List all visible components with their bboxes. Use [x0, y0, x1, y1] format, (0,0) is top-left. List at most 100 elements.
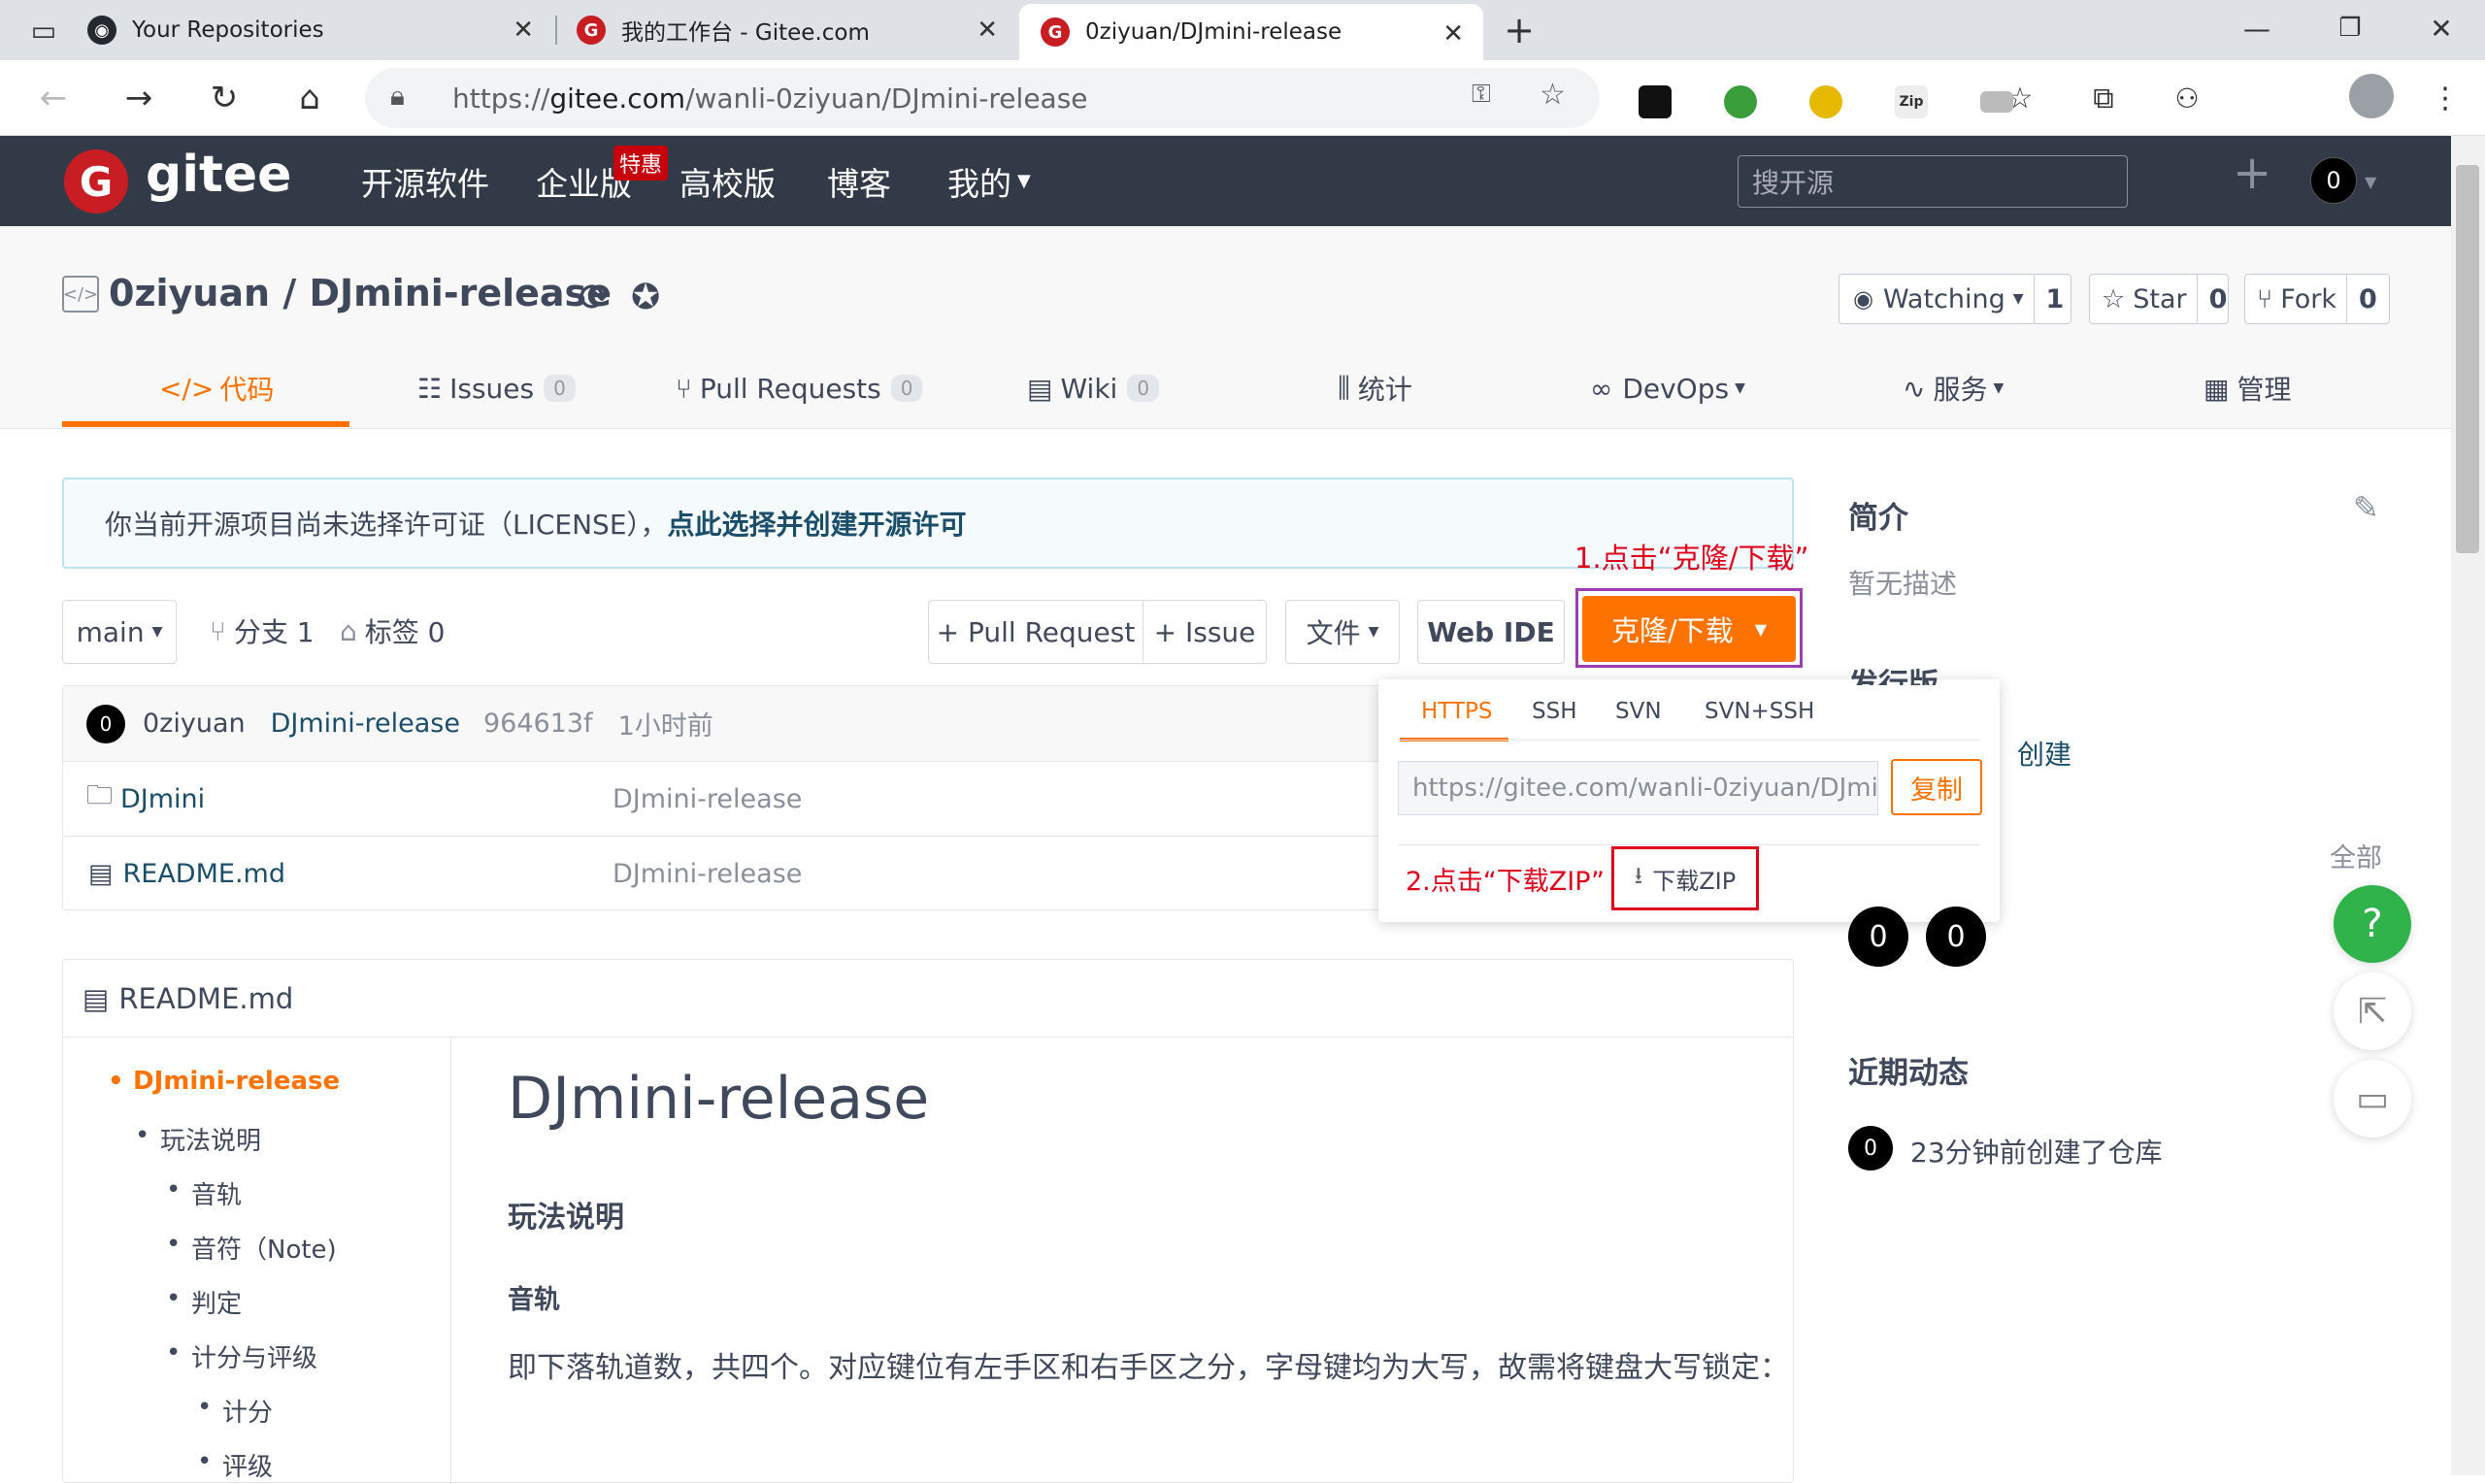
tag-icon: ⌂ [340, 614, 357, 647]
user-avatar[interactable]: 0 [2310, 157, 2357, 204]
extension-icon-2[interactable] [1724, 85, 1757, 118]
tab-code[interactable]: </> 代码 [159, 359, 274, 417]
fork-count[interactable]: 0 [2346, 275, 2389, 323]
profile-avatar[interactable] [2349, 74, 2394, 118]
gitee-logo-text[interactable]: gitee [146, 146, 291, 204]
minimize-button[interactable]: — [2233, 4, 2281, 52]
readme-toc: DJmini-release 玩法说明 音轨 音符（Note) 判定 计分与评级… [63, 1038, 451, 1484]
watch-button[interactable]: ◉ Watching ▼ 1 [1839, 274, 2071, 324]
toc-item[interactable]: 音符（Note) [166, 1230, 337, 1266]
branch-label: main [76, 615, 145, 648]
copy-button[interactable]: 复制 [1891, 759, 1982, 815]
tab-stats[interactable]: ⫼ 统计 [1338, 359, 1412, 417]
create-release-link[interactable]: 创建 [2017, 734, 2071, 773]
caret-down-icon[interactable]: ▼ [2365, 173, 2376, 191]
protocol-tab-https[interactable]: HTTPS [1421, 699, 1492, 724]
feedback-button[interactable]: ▭ [2334, 1060, 2411, 1138]
download-zip-button[interactable]: ⭳ 下载ZIP [1611, 846, 1759, 910]
toc-item[interactable]: DJmini-release [108, 1067, 340, 1096]
new-pull-request-button[interactable]: + Pull Request [928, 600, 1143, 664]
file-name[interactable]: DJmini [120, 784, 205, 814]
help-button[interactable]: ? [2334, 885, 2411, 963]
tab-actions-icon[interactable]: ▭ [19, 6, 68, 54]
toc-item[interactable]: 计分与评级 [166, 1338, 317, 1374]
clone-url-field[interactable]: https://gitee.com/wanli-0ziyuan/DJmini-r… [1398, 761, 1878, 815]
repo-title[interactable]: 0ziyuan / DJmini-release [109, 272, 612, 314]
web-ide-button[interactable]: Web IDE [1417, 600, 1565, 664]
forward-button[interactable]: → [115, 74, 163, 122]
extension-icon-1[interactable] [1639, 85, 1672, 118]
extensions-icon[interactable]: ⚇ [2163, 74, 2211, 122]
toc-item[interactable]: 判定 [166, 1284, 242, 1320]
window-close-button[interactable]: ✕ [2417, 4, 2466, 52]
reload-button[interactable]: ↻ [200, 74, 248, 122]
add-favorite-icon[interactable]: ☆ [1540, 78, 1566, 112]
restore-button[interactable]: ❐ [2326, 4, 2374, 52]
home-button[interactable]: ⌂ [285, 74, 334, 122]
url-bar[interactable]: 🔒︎ https://gitee.com/wanli-0ziyuan/DJmin… [365, 68, 1600, 128]
tab-github[interactable]: ◉ Your Repositories ✕ [87, 0, 553, 60]
all-contributors-link[interactable]: 全部 [2330, 837, 2382, 874]
close-icon[interactable]: ✕ [513, 16, 534, 45]
commit-author[interactable]: 0ziyuan [143, 709, 246, 739]
fork-button[interactable]: ⑂ Fork 0 [2244, 274, 2390, 324]
toc-item[interactable]: 玩法说明 [135, 1121, 261, 1157]
extension-icon-5[interactable] [1980, 91, 2013, 113]
watch-count[interactable]: 1 [2033, 275, 2076, 323]
extension-icon-3[interactable] [1809, 85, 1842, 118]
step2-annotation: 2.点击“下载ZIP” [1406, 867, 1605, 897]
settings-menu-icon[interactable]: ⋮ [2421, 74, 2469, 122]
file-commit[interactable]: DJmini-release [613, 859, 802, 889]
new-issue-button[interactable]: + Issue [1143, 600, 1267, 664]
toc-item[interactable]: 评级 [197, 1447, 273, 1483]
close-icon[interactable]: ✕ [1442, 19, 1464, 49]
protocol-tab-ssh[interactable]: SSH [1532, 699, 1577, 724]
nav-mine[interactable]: 我的 ▼ [947, 136, 1031, 226]
protocol-tab-svn[interactable]: SVN [1615, 699, 1662, 724]
plus-icon[interactable]: + [2233, 146, 2271, 200]
key-icon[interactable]: ⚿ [1472, 80, 1491, 110]
clone-download-button[interactable]: 克隆/下载 ▼ [1582, 596, 1796, 662]
gitee-logo-icon[interactable]: G [64, 149, 128, 214]
star-button[interactable]: ☆ Star 0 [2089, 274, 2229, 324]
badge-icon[interactable]: ✪ [631, 278, 660, 317]
commit-message[interactable]: DJmini-release [271, 709, 460, 739]
file-menu-button[interactable]: 文件 ▼ [1285, 600, 1400, 664]
collections-icon[interactable]: ⧉ [2079, 74, 2128, 122]
contributor-avatar[interactable]: 0 [1848, 907, 1908, 967]
commit-hash[interactable]: 964613f [483, 709, 593, 739]
tab-services[interactable]: ∿ 服务 ▼ [1903, 359, 2004, 417]
search-input[interactable]: 搜开源 [1738, 155, 2128, 208]
tab-issues[interactable]: ☷ Issues 0 [417, 359, 576, 417]
branch-select[interactable]: main ▼ [62, 600, 177, 664]
create-license-link[interactable]: 点此选择并创建开源许可 [668, 504, 967, 543]
tab-repo-active[interactable]: G 0ziyuan/DJmini-release ✕ [1019, 4, 1483, 60]
tags-link[interactable]: ⌂ 标签 0 [340, 611, 446, 650]
tab-manage[interactable]: ▦ 管理 [2203, 359, 2291, 417]
protocol-tab-svn-ssh[interactable]: SVN+SSH [1705, 699, 1814, 724]
tab-devops[interactable]: ∞ DevOps ▼ [1590, 359, 1745, 417]
scrollbar-thumb[interactable] [2456, 165, 2479, 553]
avatar[interactable]: 0 [86, 704, 125, 743]
branches-link[interactable]: ⑂ 分支 1 [210, 611, 315, 650]
nav-blog[interactable]: 博客 [827, 136, 891, 226]
nav-open-source[interactable]: 开源软件 [361, 136, 489, 226]
close-icon[interactable]: ✕ [977, 16, 998, 45]
toc-item[interactable]: 计分 [197, 1393, 273, 1429]
file-name[interactable]: README.md [123, 859, 285, 889]
star-count[interactable]: 0 [2196, 275, 2239, 323]
nav-education[interactable]: 高校版 [679, 136, 776, 226]
avatar[interactable]: 0 [1848, 1126, 1893, 1171]
tab-gitee-workbench[interactable]: G 我的工作台 - Gitee.com ✕ [563, 0, 1017, 60]
tab-pull-requests[interactable]: ⑂ Pull Requests 0 [676, 359, 923, 417]
edit-icon[interactable]: ✎ [2353, 489, 2379, 526]
new-tab-button[interactable]: + [1495, 6, 1543, 54]
share-button[interactable]: ⇱ [2334, 973, 2411, 1050]
tab-wiki[interactable]: ▤ Wiki 0 [1027, 359, 1160, 417]
toc-item[interactable]: 音轨 [166, 1175, 242, 1211]
contributor-avatar[interactable]: 0 [1926, 907, 1986, 967]
gitzip-extension-icon[interactable]: Zip [1895, 85, 1928, 118]
back-button[interactable]: ← [29, 74, 78, 122]
sync-icon[interactable]: ⟳ [579, 276, 612, 320]
file-commit[interactable]: DJmini-release [613, 784, 802, 814]
